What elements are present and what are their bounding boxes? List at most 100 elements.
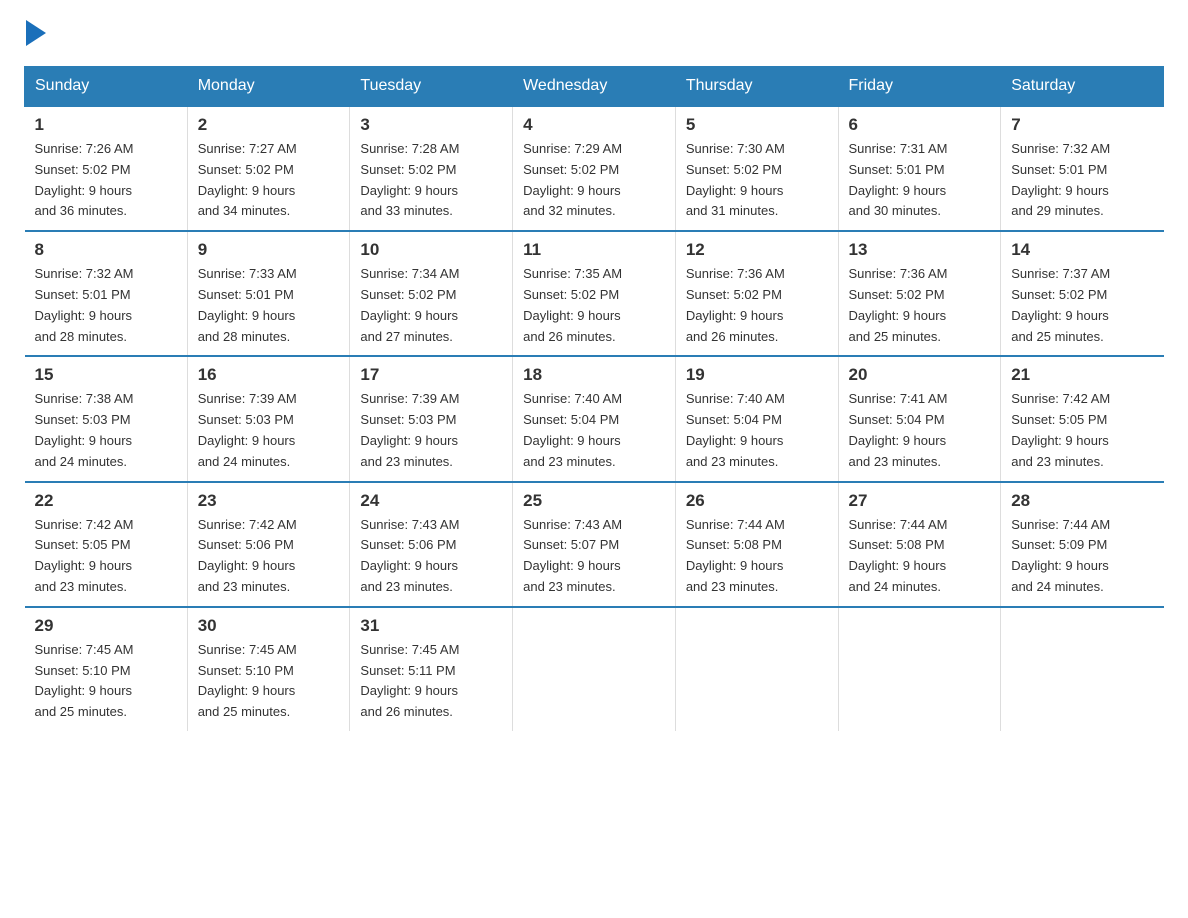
calendar-cell: 11 Sunrise: 7:35 AMSunset: 5:02 PMDaylig… (513, 231, 676, 356)
day-number: 24 (360, 491, 502, 511)
calendar-cell: 10 Sunrise: 7:34 AMSunset: 5:02 PMDaylig… (350, 231, 513, 356)
day-number: 13 (849, 240, 991, 260)
calendar-cell: 4 Sunrise: 7:29 AMSunset: 5:02 PMDayligh… (513, 106, 676, 231)
day-info: Sunrise: 7:33 AMSunset: 5:01 PMDaylight:… (198, 264, 340, 347)
day-number: 15 (35, 365, 177, 385)
day-number: 6 (849, 115, 991, 135)
calendar-cell: 15 Sunrise: 7:38 AMSunset: 5:03 PMDaylig… (25, 356, 188, 481)
day-info: Sunrise: 7:42 AMSunset: 5:05 PMDaylight:… (35, 515, 177, 598)
day-info: Sunrise: 7:29 AMSunset: 5:02 PMDaylight:… (523, 139, 665, 222)
day-info: Sunrise: 7:40 AMSunset: 5:04 PMDaylight:… (523, 389, 665, 472)
day-info: Sunrise: 7:38 AMSunset: 5:03 PMDaylight:… (35, 389, 177, 472)
day-info: Sunrise: 7:27 AMSunset: 5:02 PMDaylight:… (198, 139, 340, 222)
calendar-cell: 7 Sunrise: 7:32 AMSunset: 5:01 PMDayligh… (1001, 106, 1164, 231)
calendar-cell: 14 Sunrise: 7:37 AMSunset: 5:02 PMDaylig… (1001, 231, 1164, 356)
calendar-cell (513, 607, 676, 731)
header-thursday: Thursday (675, 67, 838, 107)
calendar-cell (1001, 607, 1164, 731)
header-monday: Monday (187, 67, 350, 107)
day-number: 9 (198, 240, 340, 260)
day-info: Sunrise: 7:32 AMSunset: 5:01 PMDaylight:… (35, 264, 177, 347)
day-info: Sunrise: 7:31 AMSunset: 5:01 PMDaylight:… (849, 139, 991, 222)
day-number: 17 (360, 365, 502, 385)
day-info: Sunrise: 7:45 AMSunset: 5:11 PMDaylight:… (360, 640, 502, 723)
day-number: 11 (523, 240, 665, 260)
day-info: Sunrise: 7:30 AMSunset: 5:02 PMDaylight:… (686, 139, 828, 222)
day-info: Sunrise: 7:28 AMSunset: 5:02 PMDaylight:… (360, 139, 502, 222)
week-row-4: 22 Sunrise: 7:42 AMSunset: 5:05 PMDaylig… (25, 482, 1164, 607)
logo-arrow-icon (26, 20, 46, 46)
week-row-1: 1 Sunrise: 7:26 AMSunset: 5:02 PMDayligh… (25, 106, 1164, 231)
calendar-cell: 23 Sunrise: 7:42 AMSunset: 5:06 PMDaylig… (187, 482, 350, 607)
day-number: 21 (1011, 365, 1153, 385)
calendar-cell: 5 Sunrise: 7:30 AMSunset: 5:02 PMDayligh… (675, 106, 838, 231)
day-number: 4 (523, 115, 665, 135)
day-info: Sunrise: 7:39 AMSunset: 5:03 PMDaylight:… (198, 389, 340, 472)
day-info: Sunrise: 7:34 AMSunset: 5:02 PMDaylight:… (360, 264, 502, 347)
header-sunday: Sunday (25, 67, 188, 107)
day-number: 2 (198, 115, 340, 135)
day-info: Sunrise: 7:35 AMSunset: 5:02 PMDaylight:… (523, 264, 665, 347)
calendar-cell: 26 Sunrise: 7:44 AMSunset: 5:08 PMDaylig… (675, 482, 838, 607)
day-number: 28 (1011, 491, 1153, 511)
day-info: Sunrise: 7:42 AMSunset: 5:06 PMDaylight:… (198, 515, 340, 598)
day-info: Sunrise: 7:45 AMSunset: 5:10 PMDaylight:… (35, 640, 177, 723)
calendar-cell (675, 607, 838, 731)
header-saturday: Saturday (1001, 67, 1164, 107)
day-info: Sunrise: 7:41 AMSunset: 5:04 PMDaylight:… (849, 389, 991, 472)
day-number: 12 (686, 240, 828, 260)
calendar-cell: 12 Sunrise: 7:36 AMSunset: 5:02 PMDaylig… (675, 231, 838, 356)
calendar-cell: 2 Sunrise: 7:27 AMSunset: 5:02 PMDayligh… (187, 106, 350, 231)
calendar-cell: 24 Sunrise: 7:43 AMSunset: 5:06 PMDaylig… (350, 482, 513, 607)
week-row-3: 15 Sunrise: 7:38 AMSunset: 5:03 PMDaylig… (25, 356, 1164, 481)
calendar-cell: 6 Sunrise: 7:31 AMSunset: 5:01 PMDayligh… (838, 106, 1001, 231)
day-number: 19 (686, 365, 828, 385)
day-number: 1 (35, 115, 177, 135)
week-row-5: 29 Sunrise: 7:45 AMSunset: 5:10 PMDaylig… (25, 607, 1164, 731)
day-number: 27 (849, 491, 991, 511)
header-row: SundayMondayTuesdayWednesdayThursdayFrid… (25, 67, 1164, 107)
day-info: Sunrise: 7:40 AMSunset: 5:04 PMDaylight:… (686, 389, 828, 472)
calendar-body: 1 Sunrise: 7:26 AMSunset: 5:02 PMDayligh… (25, 106, 1164, 731)
day-number: 29 (35, 616, 177, 636)
day-number: 20 (849, 365, 991, 385)
calendar-cell: 31 Sunrise: 7:45 AMSunset: 5:11 PMDaylig… (350, 607, 513, 731)
day-info: Sunrise: 7:43 AMSunset: 5:07 PMDaylight:… (523, 515, 665, 598)
day-number: 22 (35, 491, 177, 511)
header-tuesday: Tuesday (350, 67, 513, 107)
calendar-cell: 27 Sunrise: 7:44 AMSunset: 5:08 PMDaylig… (838, 482, 1001, 607)
calendar-cell: 18 Sunrise: 7:40 AMSunset: 5:04 PMDaylig… (513, 356, 676, 481)
week-row-2: 8 Sunrise: 7:32 AMSunset: 5:01 PMDayligh… (25, 231, 1164, 356)
day-info: Sunrise: 7:39 AMSunset: 5:03 PMDaylight:… (360, 389, 502, 472)
day-number: 30 (198, 616, 340, 636)
day-info: Sunrise: 7:26 AMSunset: 5:02 PMDaylight:… (35, 139, 177, 222)
calendar-table: SundayMondayTuesdayWednesdayThursdayFrid… (24, 66, 1164, 731)
calendar-cell: 13 Sunrise: 7:36 AMSunset: 5:02 PMDaylig… (838, 231, 1001, 356)
calendar-cell: 8 Sunrise: 7:32 AMSunset: 5:01 PMDayligh… (25, 231, 188, 356)
calendar-cell: 28 Sunrise: 7:44 AMSunset: 5:09 PMDaylig… (1001, 482, 1164, 607)
calendar-cell (838, 607, 1001, 731)
day-info: Sunrise: 7:42 AMSunset: 5:05 PMDaylight:… (1011, 389, 1153, 472)
calendar-cell: 3 Sunrise: 7:28 AMSunset: 5:02 PMDayligh… (350, 106, 513, 231)
calendar-cell: 1 Sunrise: 7:26 AMSunset: 5:02 PMDayligh… (25, 106, 188, 231)
day-info: Sunrise: 7:37 AMSunset: 5:02 PMDaylight:… (1011, 264, 1153, 347)
day-info: Sunrise: 7:44 AMSunset: 5:08 PMDaylight:… (849, 515, 991, 598)
calendar-cell: 9 Sunrise: 7:33 AMSunset: 5:01 PMDayligh… (187, 231, 350, 356)
day-number: 7 (1011, 115, 1153, 135)
day-info: Sunrise: 7:45 AMSunset: 5:10 PMDaylight:… (198, 640, 340, 723)
calendar-cell: 20 Sunrise: 7:41 AMSunset: 5:04 PMDaylig… (838, 356, 1001, 481)
calendar-cell: 22 Sunrise: 7:42 AMSunset: 5:05 PMDaylig… (25, 482, 188, 607)
day-number: 8 (35, 240, 177, 260)
calendar-cell: 30 Sunrise: 7:45 AMSunset: 5:10 PMDaylig… (187, 607, 350, 731)
day-info: Sunrise: 7:43 AMSunset: 5:06 PMDaylight:… (360, 515, 502, 598)
day-info: Sunrise: 7:36 AMSunset: 5:02 PMDaylight:… (686, 264, 828, 347)
calendar-cell: 25 Sunrise: 7:43 AMSunset: 5:07 PMDaylig… (513, 482, 676, 607)
day-number: 23 (198, 491, 340, 511)
page-header (24, 24, 1164, 46)
day-number: 16 (198, 365, 340, 385)
calendar-cell: 17 Sunrise: 7:39 AMSunset: 5:03 PMDaylig… (350, 356, 513, 481)
calendar-cell: 29 Sunrise: 7:45 AMSunset: 5:10 PMDaylig… (25, 607, 188, 731)
day-info: Sunrise: 7:32 AMSunset: 5:01 PMDaylight:… (1011, 139, 1153, 222)
calendar-cell: 21 Sunrise: 7:42 AMSunset: 5:05 PMDaylig… (1001, 356, 1164, 481)
day-number: 10 (360, 240, 502, 260)
